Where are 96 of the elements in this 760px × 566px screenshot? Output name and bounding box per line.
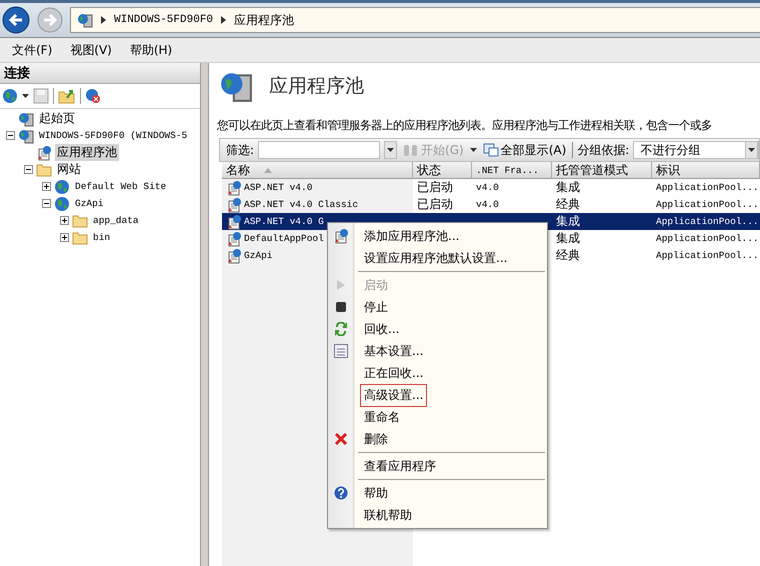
disconnect-icon[interactable]	[85, 88, 101, 104]
table-cell[interactable]: ASP.NET v4.0	[222, 179, 413, 196]
app-pool-icon	[226, 196, 242, 212]
app-pool-icon	[226, 214, 242, 230]
column-header[interactable]: 托管管道模式	[552, 162, 652, 179]
collapse-toggle[interactable]	[24, 165, 33, 174]
menu-item[interactable]: 帮助(H)	[130, 42, 172, 58]
collapse-toggle[interactable]	[6, 131, 15, 140]
dropdown-caret-icon	[22, 94, 29, 98]
folder-icon	[72, 214, 88, 228]
group-by-select[interactable]: 不进行分组	[633, 141, 759, 159]
tree-item[interactable]: Default Web Site	[73, 181, 168, 192]
home-page-icon	[18, 110, 34, 126]
folder-icon	[72, 230, 88, 244]
app-pool-icon	[226, 248, 242, 264]
table-cell-text: v4.0	[475, 198, 500, 212]
tree-item[interactable]: app_data	[91, 215, 141, 226]
filter-dropdown[interactable]	[384, 141, 398, 159]
forward-button[interactable]	[36, 6, 64, 34]
breadcrumb-item[interactable]: WINDOWS-5FD90F0	[114, 14, 214, 26]
globe-icon	[54, 196, 70, 212]
table-cell-text: 已启动	[416, 179, 454, 196]
help-icon	[334, 486, 348, 500]
table-cell-text: 集成	[555, 179, 581, 196]
back-button[interactable]	[2, 6, 30, 34]
page-description: 您可以在此页上查看和管理服务器上的应用程序池列表。应用程序池与工作进程相关联，包含一个或多	[217, 117, 713, 133]
breadcrumb-arrow-icon	[101, 16, 106, 24]
dropdown-caret-icon	[748, 148, 755, 152]
globe-icon	[54, 178, 70, 194]
menu-option[interactable]: 联机帮助	[360, 504, 416, 526]
column-header[interactable]: 名称	[222, 162, 413, 179]
expand-toggle[interactable]	[42, 182, 51, 191]
filter-label: 筛选:	[226, 142, 254, 158]
server-icon	[77, 12, 93, 28]
column-header[interactable]: 状态	[413, 162, 472, 179]
menu-option[interactable]: 帮助	[360, 482, 392, 504]
menu-option[interactable]: 重命名	[360, 406, 404, 428]
menu-item[interactable]: 文件(F)	[12, 42, 52, 58]
app-pool-icon	[333, 228, 349, 244]
folder-icon	[36, 162, 52, 176]
menu-option[interactable]: 回收...	[360, 318, 404, 340]
table-cell-text: ApplicationPool...	[655, 198, 760, 212]
table-cell-text: 经典	[555, 196, 581, 213]
expand-toggle[interactable]	[60, 216, 69, 225]
tree-item[interactable]: 网站	[55, 161, 83, 178]
menu-option[interactable]: 正在回收...	[360, 362, 428, 384]
table-cell-text: v4.0	[475, 181, 500, 195]
group-by-label: 分组依据:	[577, 142, 630, 158]
table-cell: 集成	[552, 213, 652, 230]
tree-item[interactable]: bin	[91, 232, 112, 243]
column-header[interactable]: 标识	[652, 162, 760, 179]
collapse-toggle[interactable]	[42, 199, 51, 208]
stop-icon	[336, 302, 346, 312]
menu-option[interactable]: 查看应用程序	[360, 454, 440, 478]
tree-item[interactable]: 起始页	[37, 110, 77, 127]
filter-input[interactable]	[258, 141, 380, 159]
menu-option[interactable]: 高级设置...	[360, 384, 428, 406]
table-cell-text: 已启动	[416, 196, 454, 213]
menu-option[interactable]: 基本设置...	[360, 340, 428, 362]
delete-icon	[335, 433, 347, 445]
table-cell[interactable]: ASP.NET v4.0 Classic	[222, 196, 413, 213]
table-cell-text: ApplicationPool...	[655, 249, 760, 263]
dropdown-caret-icon	[470, 148, 477, 152]
server-globe-icon	[18, 128, 34, 144]
address-bar[interactable]: WINDOWS-5FD90F0 应用程序池	[70, 7, 760, 33]
breadcrumb-item[interactable]: 应用程序池	[234, 12, 294, 28]
table-cell-text: 集成	[555, 230, 581, 247]
menu-option[interactable]: 停止	[360, 296, 392, 318]
tree-item[interactable]: WINDOWS-5FD90F0 (WINDOWS-5	[37, 130, 190, 141]
table-cell: ApplicationPool...	[652, 213, 760, 230]
table-cell-text: ApplicationPool...	[655, 232, 760, 246]
app-pool-icon	[226, 230, 242, 246]
menu-option[interactable]: 设置应用程序池默认设置...	[360, 246, 512, 270]
binoculars-icon	[403, 143, 420, 157]
menu-item[interactable]: 视图(V)	[70, 42, 112, 58]
column-header[interactable]: .NET Fra...	[472, 162, 552, 179]
recycle-icon	[335, 322, 347, 336]
show-all-icon	[482, 143, 499, 157]
play-icon	[337, 280, 345, 290]
page-title: 应用程序池	[269, 74, 364, 99]
table-cell-text: 经典	[555, 247, 581, 264]
app-pool-icon	[36, 144, 52, 160]
panel-title: 连接	[0, 63, 200, 84]
show-all-button[interactable]: 全部显示(A)	[480, 142, 568, 158]
expand-toggle[interactable]	[60, 233, 69, 242]
connect-globe-icon	[2, 88, 18, 104]
settings-sheet-icon	[334, 344, 348, 358]
sort-ascending-icon	[264, 168, 272, 173]
tree-item[interactable]: GzApi	[73, 198, 106, 209]
tree-item[interactable]: 应用程序池	[55, 144, 119, 161]
breadcrumb-arrow-icon	[221, 16, 226, 24]
app-pool-icon	[226, 180, 242, 196]
folder-up-icon[interactable]	[58, 88, 76, 104]
table-cell-text: ApplicationPool...	[655, 181, 760, 195]
menu-option[interactable]: 删除	[360, 428, 392, 450]
dropdown-caret-icon	[387, 148, 394, 152]
